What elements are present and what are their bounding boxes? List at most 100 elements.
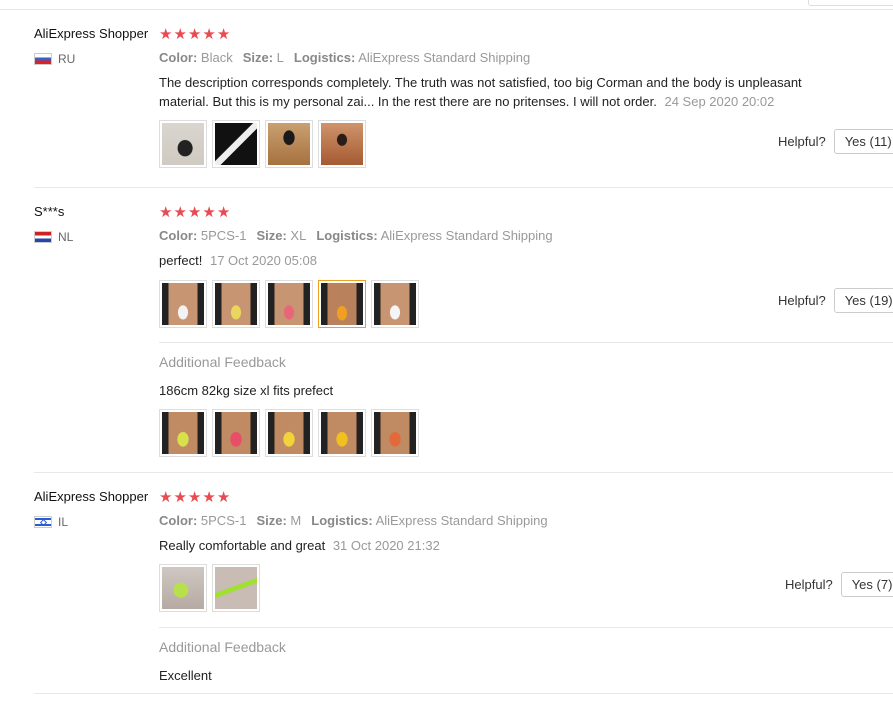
logistics-value: AliExpress Standard Shipping — [375, 513, 548, 528]
star-icon: ★ — [173, 204, 187, 221]
additional-photos — [159, 409, 419, 457]
review-date: 31 Oct 2020 21:32 — [332, 538, 440, 553]
review-photos — [159, 564, 260, 612]
order-info: Color: 5PCS-1 Size: XL Logistics: AliExpre… — [159, 228, 553, 243]
color-value: 5PCS-1 — [200, 228, 247, 243]
review-photo-thumb[interactable] — [212, 120, 260, 168]
review-photo-thumb[interactable] — [265, 120, 313, 168]
color-label: Color: — [159, 228, 198, 243]
star-icon: ★ — [173, 489, 187, 506]
review-photos — [159, 280, 419, 328]
star-icon: ★ — [187, 204, 202, 221]
size-label: Size: — [256, 228, 287, 243]
additional-feedback-title: Additional Feedback — [159, 639, 286, 655]
star-icon: ★ — [202, 489, 216, 506]
additional-feedback-text: 186cm 82kg size xl fits prefect — [159, 383, 334, 398]
review-divider — [34, 472, 893, 473]
star-icon: ★ — [187, 489, 202, 506]
helpful-yes-button[interactable]: Yes (11) — [833, 129, 893, 154]
review-photo-thumb[interactable] — [159, 409, 207, 457]
review-photos — [159, 120, 366, 168]
size-label: Size: — [256, 513, 287, 528]
star-icon: ★ — [159, 26, 173, 43]
review-photo-thumb-selected[interactable] — [318, 280, 366, 328]
review-text-line: material. But this is my personal zai...… — [159, 94, 657, 109]
additional-divider — [159, 342, 893, 343]
top-control-edge — [808, 0, 893, 6]
logistics-label: Logistics: — [316, 228, 378, 243]
size-value: M — [290, 513, 302, 528]
star-icon: ★ — [216, 489, 231, 506]
helpful-section: Helpful? Yes (19) — [778, 288, 893, 313]
star-rating: ★ ★ ★ ★ ★ — [159, 490, 230, 505]
review-text-line: The description corresponds completely. … — [159, 75, 802, 90]
logistics-label: Logistics: — [311, 513, 373, 528]
order-info: Color: 5PCS-1 Size: M Logistics: AliExpres… — [159, 513, 548, 528]
review-photo-thumb[interactable] — [318, 409, 366, 457]
review-text: Really comfortable and great 31 Oct 2020… — [159, 536, 859, 555]
netherlands-flag-icon — [34, 231, 52, 243]
size-value: XL — [290, 228, 307, 243]
review-photo-thumb[interactable] — [265, 280, 313, 328]
star-rating: ★ ★ ★ ★ ★ — [159, 205, 230, 220]
review-photo-thumb[interactable] — [265, 409, 313, 457]
russia-flag-icon — [34, 53, 52, 65]
helpful-yes-button[interactable]: Yes (7) — [840, 572, 893, 597]
review-divider — [34, 187, 893, 188]
top-divider — [0, 9, 893, 10]
order-info: Color: Black Size: L Logistics: AliExpress… — [159, 50, 530, 65]
logistics-value: AliExpress Standard Shipping — [358, 50, 531, 65]
helpful-label: Helpful? — [778, 293, 826, 308]
review-photo-thumb[interactable] — [371, 280, 419, 328]
reviewer-name: AliExpress Shopper — [34, 489, 149, 504]
country-code: NL — [58, 230, 74, 244]
review-text-line: Really comfortable and great — [159, 538, 326, 553]
review-photo-thumb[interactable] — [159, 564, 207, 612]
helpful-section: Helpful? Yes (7) — [785, 572, 893, 597]
helpful-section: Helpful? Yes (11) — [778, 129, 893, 154]
additional-feedback-title: Additional Feedback — [159, 354, 286, 370]
star-rating: ★ ★ ★ ★ ★ — [159, 27, 230, 42]
star-icon: ★ — [216, 26, 231, 43]
additional-feedback-text: Excellent — [159, 668, 212, 683]
reviewer-country: NL — [34, 230, 73, 244]
logistics-value: AliExpress Standard Shipping — [380, 228, 553, 243]
review-photo-thumb[interactable] — [318, 120, 366, 168]
review-photo-thumb[interactable] — [159, 120, 207, 168]
review-photo-thumb[interactable] — [159, 280, 207, 328]
color-label: Color: — [159, 50, 198, 65]
additional-divider — [159, 627, 893, 628]
star-icon: ★ — [159, 204, 173, 221]
review-photo-thumb[interactable] — [212, 280, 260, 328]
helpful-label: Helpful? — [778, 134, 826, 149]
review-photo-thumb[interactable] — [212, 409, 260, 457]
reviewer-name: AliExpress Shopper — [34, 26, 149, 41]
star-icon: ★ — [202, 26, 216, 43]
size-label: Size: — [242, 50, 274, 65]
star-icon: ★ — [216, 204, 231, 221]
star-icon: ★ — [159, 489, 173, 506]
helpful-label: Helpful? — [785, 577, 833, 592]
country-code: IL — [58, 515, 69, 529]
reviewer-name: S***s — [34, 204, 65, 219]
helpful-yes-button[interactable]: Yes (19) — [833, 288, 893, 313]
color-value: 5PCS-1 — [200, 513, 247, 528]
color-label: Color: — [159, 513, 198, 528]
review-photo-thumb[interactable] — [212, 564, 260, 612]
review-text-line: perfect! — [159, 253, 203, 268]
reviewer-country: RU — [34, 52, 75, 66]
review-date: 17 Oct 2020 05:08 — [209, 253, 317, 268]
country-code: RU — [58, 52, 76, 66]
star-icon: ★ — [202, 204, 216, 221]
review-text: The description corresponds completely. … — [159, 73, 859, 111]
color-value: Black — [200, 50, 233, 65]
review-date: 24 Sep 2020 20:02 — [664, 94, 775, 109]
star-icon: ★ — [173, 26, 187, 43]
size-value: L — [276, 50, 284, 65]
review-photo-thumb[interactable] — [371, 409, 419, 457]
reviewer-country: IL — [34, 515, 68, 529]
logistics-label: Logistics: — [293, 50, 356, 65]
israel-flag-icon — [34, 516, 52, 528]
star-icon: ★ — [187, 26, 202, 43]
review-text: perfect! 17 Oct 2020 05:08 — [159, 251, 859, 270]
